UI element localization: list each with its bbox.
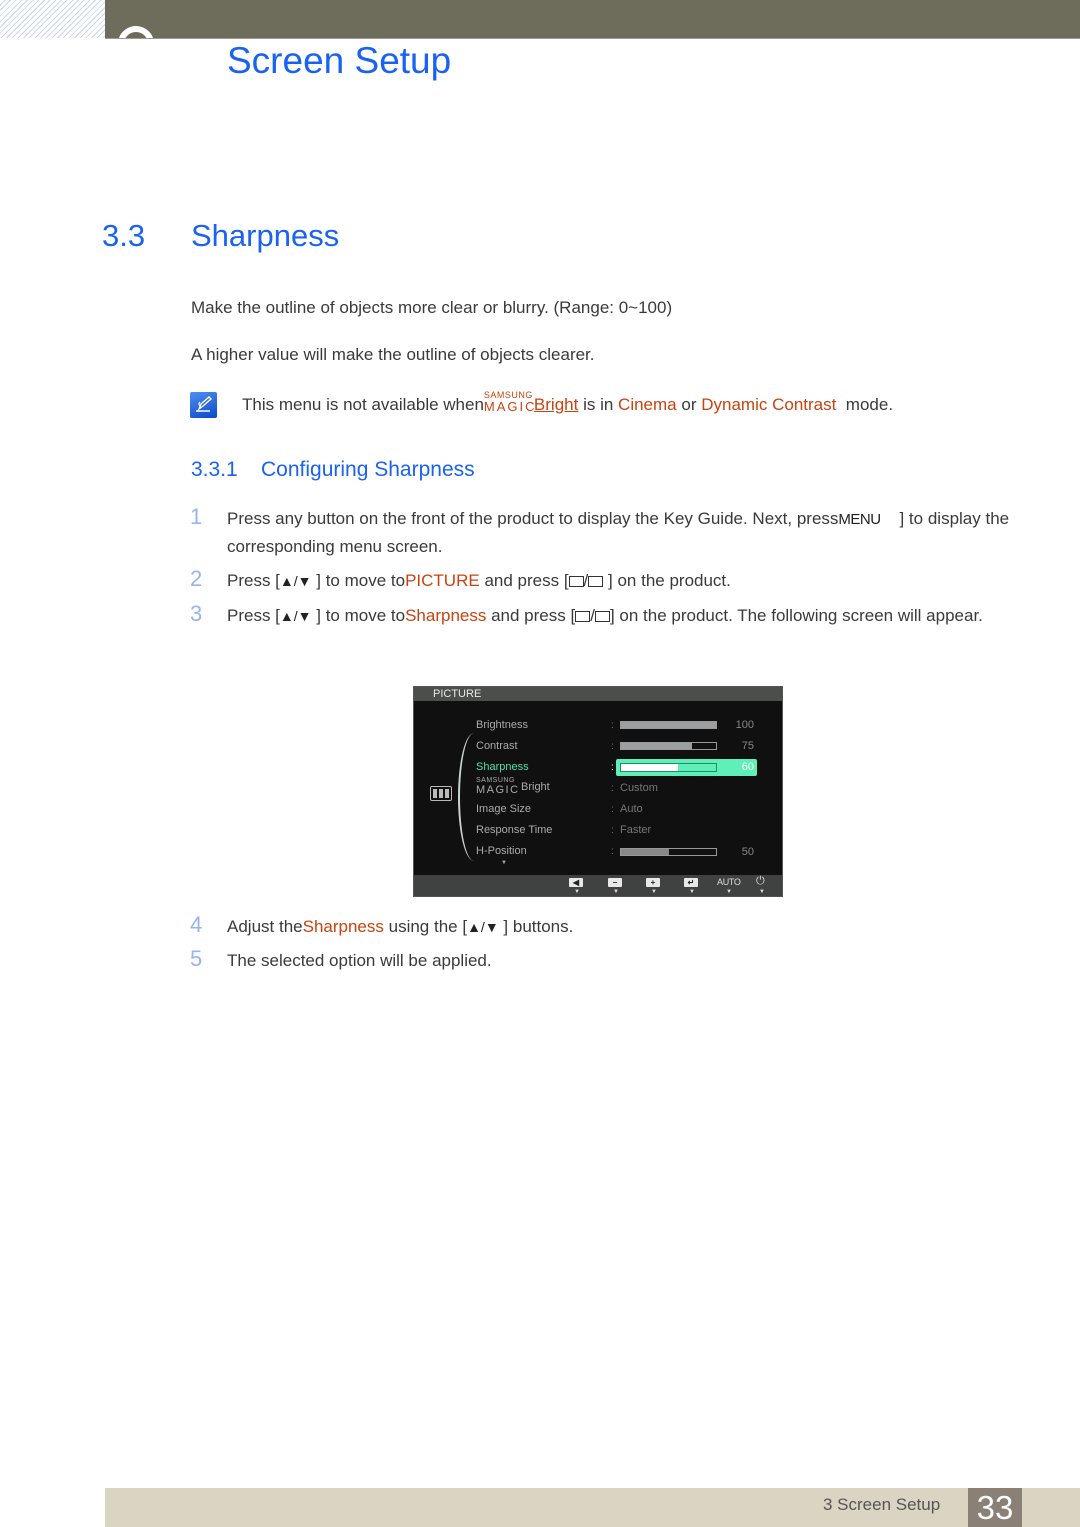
osd-key-guide: ◀ ▼ − ▼ + ▼ ↵ ▼ AUTO ▼ ⏻ ▼ xyxy=(414,875,782,896)
page-number: 33 xyxy=(968,1488,1022,1527)
osd-item-magic-bright: MAGIC xyxy=(476,784,520,796)
up-down-arrows-icon: ▲/▼ xyxy=(279,608,312,624)
cinema-mode: Cinema xyxy=(618,395,677,414)
osd-h-position-value: 50 xyxy=(741,846,754,858)
auto-label: AUTO xyxy=(717,877,741,887)
dynamic-contrast-mode: Dynamic Contrast xyxy=(701,395,837,414)
left-icon: ◀ xyxy=(569,878,583,887)
power-icon: ⏻ xyxy=(756,875,765,887)
osd-magic-bright-value: Custom xyxy=(620,782,658,794)
step-number: 4 xyxy=(190,912,203,937)
step-number: 5 xyxy=(190,946,203,971)
enter-button-icon xyxy=(594,611,610,622)
note-icon xyxy=(190,392,217,418)
source-button-icon xyxy=(575,611,591,622)
sharpness-keyword: Sharpness xyxy=(405,606,487,625)
source-button-icon xyxy=(568,576,584,587)
osd-contrast-value: 75 xyxy=(741,740,754,752)
osd-title: PICTURE xyxy=(414,687,782,701)
section-number: 3.3 xyxy=(102,218,146,253)
footer-chapter-label: 3 Screen Setup xyxy=(823,1495,941,1514)
osd-more-arrow-icon: ▼ xyxy=(501,860,507,866)
up-down-arrows-icon: ▲/▼ xyxy=(279,573,312,589)
enter-icon: ↵ xyxy=(684,878,698,887)
osd-response-time-value: Faster xyxy=(620,824,652,836)
menu-key-label: MENU xyxy=(838,511,881,528)
step-number: 2 xyxy=(190,566,203,591)
osd-image-size-value: Auto xyxy=(620,803,643,815)
osd-contrast-bar xyxy=(620,742,717,750)
plus-icon: + xyxy=(646,878,660,887)
section-title: Sharpness xyxy=(191,218,340,253)
osd-item-sharpness: Sharpness xyxy=(476,761,529,773)
osd-item-image-size: Image Size xyxy=(476,803,532,815)
subsection-number: 3.3.1 xyxy=(191,458,238,481)
osd-brightness-value: 100 xyxy=(735,719,754,731)
enter-button-icon xyxy=(588,576,604,587)
picture-menu-icon xyxy=(430,786,452,801)
up-down-arrows-icon: ▲/▼ xyxy=(467,919,499,935)
picture-keyword: PICTURE xyxy=(405,571,480,590)
osd-brightness-bar xyxy=(620,721,717,729)
header-hatch-decoration xyxy=(0,0,105,38)
magic-bright-logo: SAMSUNG MAGIC xyxy=(483,390,537,414)
description-paragraph: A higher value will make the outline of … xyxy=(191,345,595,364)
note-text: This menu is not available when SAMSUNG MA… xyxy=(242,390,894,414)
osd-item-h-position: H-Position xyxy=(476,845,527,857)
description-paragraph: Make the outline of objects more clear o… xyxy=(191,298,673,317)
subsection-title: Configuring Sharpness xyxy=(261,458,475,481)
chapter-title: Screen Setup xyxy=(227,40,452,81)
magic-bright-link[interactable]: Bright xyxy=(534,395,578,414)
step-text: The selected option will be applied. xyxy=(227,951,492,970)
step-number: 3 xyxy=(190,601,203,626)
osd-menu-screenshot: PICTURE Brightness : 100 Contrast : 75 S… xyxy=(413,686,783,897)
step-text: Press [▲/▼ ] to move toSharpness and pre… xyxy=(227,606,983,625)
osd-item-response-time: Response Time xyxy=(476,824,553,836)
osd-sharpness-value: 60 xyxy=(741,761,754,773)
step-text: Press any button on the front of the pro… xyxy=(227,509,1010,556)
step-text: Adjust theSharpness using the [▲/▼ ] but… xyxy=(227,917,574,936)
step-number: 1 xyxy=(190,504,203,529)
chapter-number-circle xyxy=(116,24,166,38)
osd-item-brightness: Brightness xyxy=(476,719,528,731)
osd-h-position-bar xyxy=(620,848,717,856)
step-text: Press [▲/▼ ] to move toPICTURE and press… xyxy=(227,571,731,590)
sharpness-keyword: Sharpness xyxy=(302,917,384,936)
osd-arc-decoration xyxy=(458,733,490,861)
minus-icon: − xyxy=(608,878,622,887)
osd-item-contrast: Contrast xyxy=(476,740,518,752)
osd-sharpness-bar xyxy=(620,763,717,772)
header-bar xyxy=(105,0,1080,39)
